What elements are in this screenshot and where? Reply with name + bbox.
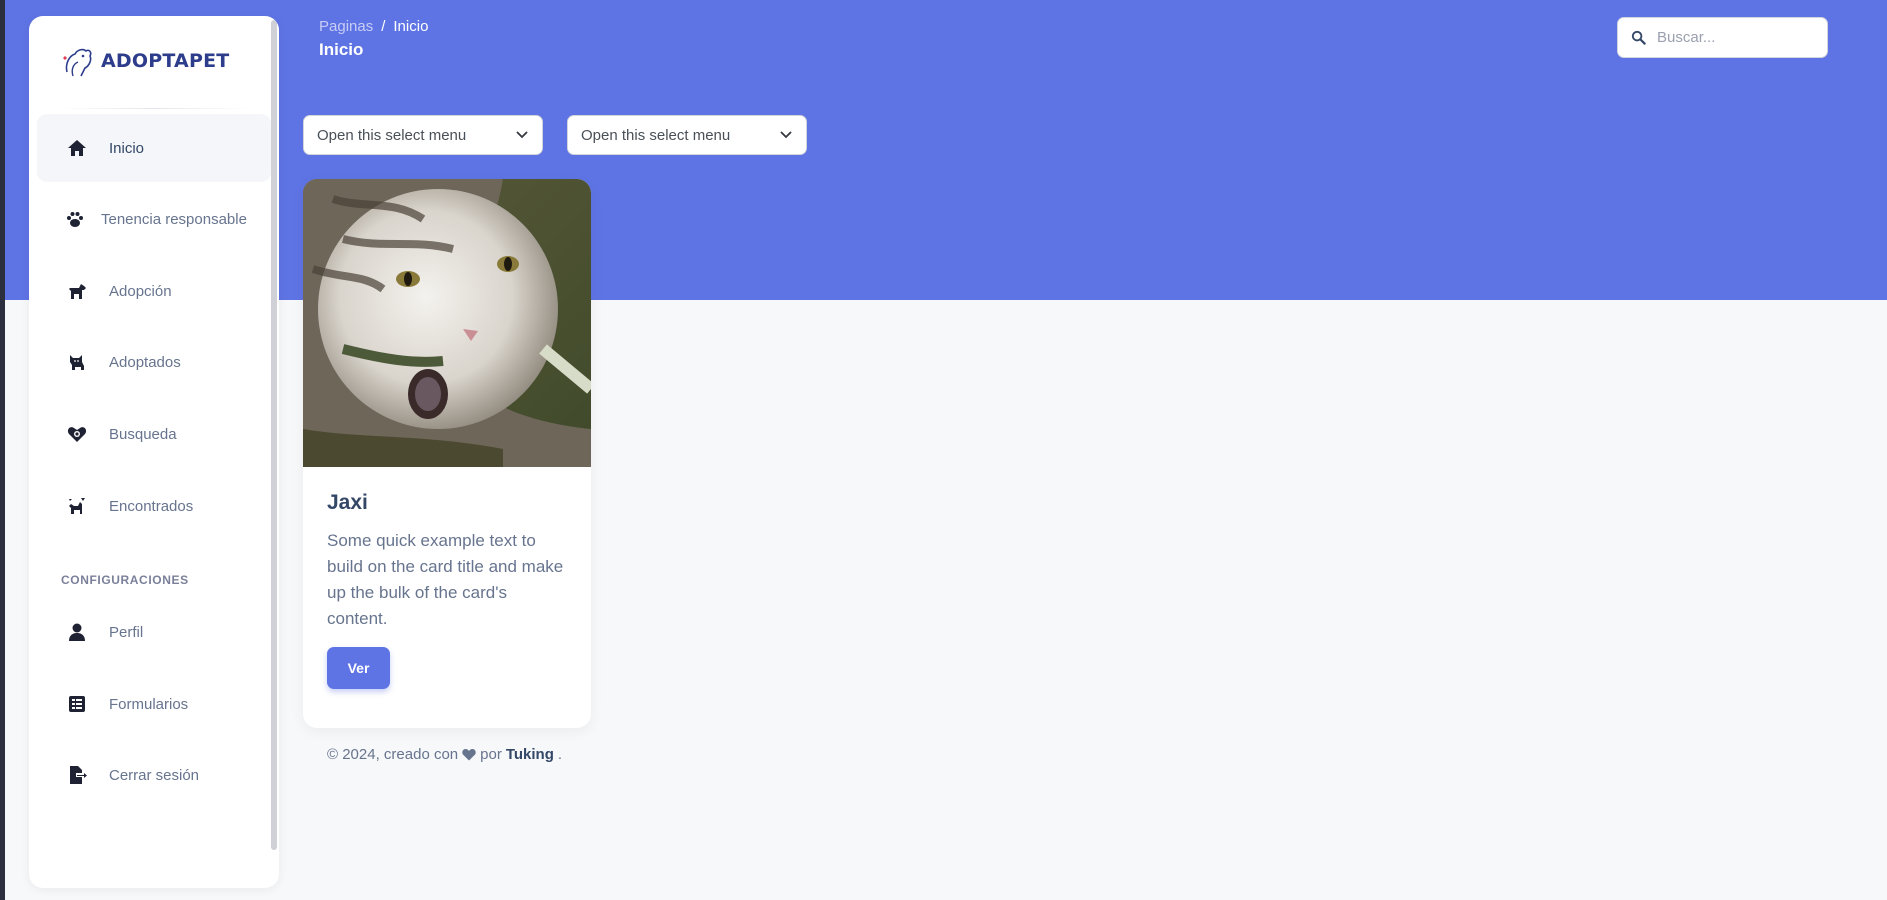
sidebar-item-label: Encontrados <box>109 497 194 515</box>
heart-icon <box>462 749 476 761</box>
sidebar-item-inicio[interactable]: Inicio <box>37 114 271 182</box>
sidebar-item-cerrar-sesion[interactable]: Cerrar sesión <box>37 741 271 809</box>
breadcrumb-current: Inicio <box>393 18 429 35</box>
footer-by: por <box>480 746 502 763</box>
dog-icon <box>65 279 89 303</box>
sidebar-item-perfil[interactable]: Perfil <box>37 598 271 666</box>
sidebar-item-encontrados[interactable]: Encontrados <box>37 472 271 540</box>
search-icon <box>1631 30 1647 46</box>
paw-icon <box>63 207 87 231</box>
user-icon <box>65 620 89 644</box>
select-value: Open this select menu <box>581 126 731 144</box>
search-heart-icon <box>65 422 89 446</box>
sidebar-item-adoptados[interactable]: Adoptados <box>37 328 271 396</box>
home-icon <box>65 136 89 160</box>
brand-divider <box>59 108 249 109</box>
search-input[interactable] <box>1657 29 1817 46</box>
footer-author-link[interactable]: Tuking <box>506 746 554 763</box>
sidebar: ADOPTAPET Inicio Tenencia responsable Ad… <box>29 16 279 888</box>
sidebar-item-label: Perfil <box>109 623 144 641</box>
sidebar-item-label: Inicio <box>109 139 145 157</box>
sidebar-item-label: Adopción <box>109 282 172 300</box>
pet-photo <box>303 179 591 467</box>
footer-prefix: © 2024, creado con <box>327 746 459 763</box>
brand-name: ADOPTAPET <box>101 50 230 72</box>
pet-logo-icon <box>63 48 92 77</box>
logout-icon <box>65 763 89 787</box>
chevron-down-icon <box>780 131 792 139</box>
footer: © 2024, creado con por Tuking . <box>327 746 562 763</box>
section-title-configuraciones: CONFIGURACIONES <box>61 573 189 587</box>
pet-card: Jaxi Some quick example text to build on… <box>303 179 591 728</box>
card-text: Some quick example text to build on the … <box>327 531 564 628</box>
breadcrumb-parent[interactable]: Paginas <box>319 18 373 35</box>
sidebar-item-formularios[interactable]: Formularios <box>37 670 271 738</box>
cat-icon <box>65 350 89 374</box>
footer-suffix: . <box>557 746 563 763</box>
sidebar-item-tenencia-responsable[interactable]: Tenencia responsable <box>37 185 271 253</box>
sidebar-item-label: Cerrar sesión <box>109 766 200 784</box>
form-icon <box>65 692 89 716</box>
select-value: Open this select menu <box>317 126 467 144</box>
sidebar-item-label: Busqueda <box>109 425 177 443</box>
card-title: Jaxi <box>327 491 368 514</box>
filter-select-1[interactable]: Open this select menu <box>303 115 543 155</box>
sidebar-item-adopcion[interactable]: Adopción <box>37 257 271 325</box>
breadcrumb: Paginas / Inicio <box>319 18 428 35</box>
sidebar-scrollbar[interactable] <box>271 20 277 850</box>
chevron-down-icon <box>516 131 528 139</box>
filter-select-2[interactable]: Open this select menu <box>567 115 807 155</box>
page-title: Inicio <box>319 40 364 59</box>
header-background <box>5 0 1887 300</box>
sidebar-item-label: Adoptados <box>109 353 181 371</box>
breadcrumb-separator: / <box>381 18 386 35</box>
view-button[interactable]: Ver <box>327 647 390 689</box>
search-box[interactable] <box>1617 17 1828 58</box>
sidebar-item-label: Tenencia responsable <box>101 210 247 228</box>
sidebar-item-busqueda[interactable]: Busqueda <box>37 400 271 468</box>
sidebar-item-label: Formularios <box>109 695 189 713</box>
brand-logo[interactable]: ADOPTAPET <box>59 36 229 86</box>
found-pets-icon <box>65 494 89 518</box>
